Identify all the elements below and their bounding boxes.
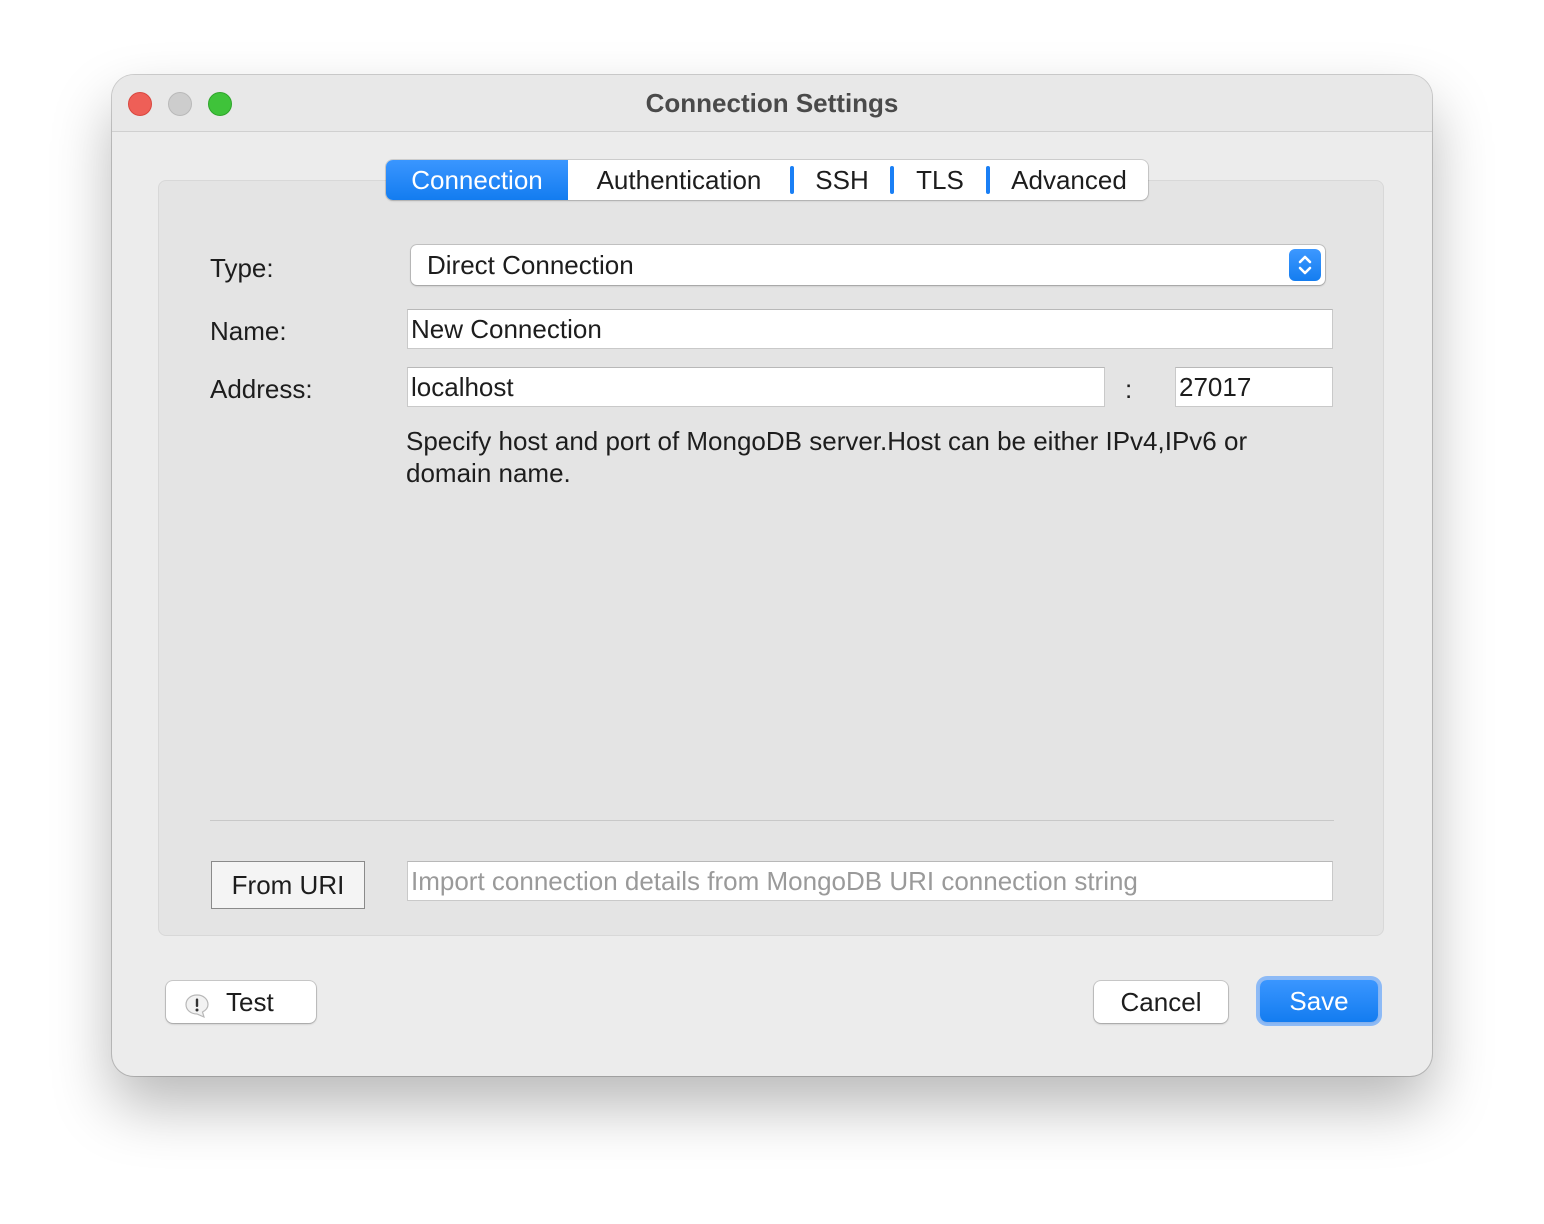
cancel-button[interactable]: Cancel xyxy=(1094,981,1228,1023)
tab-advanced[interactable]: Advanced xyxy=(990,160,1148,200)
settings-panel: Type: Direct Connection Name: New Connec… xyxy=(158,180,1384,936)
port-field[interactable]: 27017 xyxy=(1175,367,1333,407)
tab-authentication[interactable]: Authentication xyxy=(568,160,790,200)
host-field[interactable]: localhost xyxy=(407,367,1105,407)
port-separator: : xyxy=(1125,374,1133,404)
tab-connection[interactable]: Connection xyxy=(386,160,568,200)
address-hint-text: Specify host and port of MongoDB server.… xyxy=(406,426,1248,488)
connection-type-select[interactable]: Direct Connection xyxy=(411,245,1325,285)
connection-settings-window: Connection Settings Type: Direct Connect… xyxy=(112,75,1432,1076)
test-button[interactable]: Test xyxy=(166,981,316,1023)
exclamation-bubble-icon xyxy=(184,989,210,1019)
from-uri-button[interactable]: From URI xyxy=(211,861,365,909)
connection-name-field[interactable]: New Connection xyxy=(407,309,1333,349)
tab-ssh[interactable]: SSH xyxy=(794,160,890,200)
test-button-label: Test xyxy=(226,987,274,1017)
connection-type-value: Direct Connection xyxy=(427,250,634,280)
name-label: Name: xyxy=(210,316,287,346)
address-label: Address: xyxy=(210,374,313,404)
settings-tabs: Connection Authentication SSH TLS Advanc… xyxy=(386,160,1148,200)
title-bar[interactable]: Connection Settings xyxy=(112,75,1432,132)
type-label: Type: xyxy=(210,253,274,283)
chevron-up-down-icon xyxy=(1289,249,1321,281)
save-button[interactable]: Save xyxy=(1260,980,1378,1022)
divider xyxy=(210,820,1334,821)
tab-tls[interactable]: TLS xyxy=(894,160,986,200)
uri-input[interactable]: Import connection details from MongoDB U… xyxy=(407,861,1333,901)
window-title: Connection Settings xyxy=(645,88,899,118)
